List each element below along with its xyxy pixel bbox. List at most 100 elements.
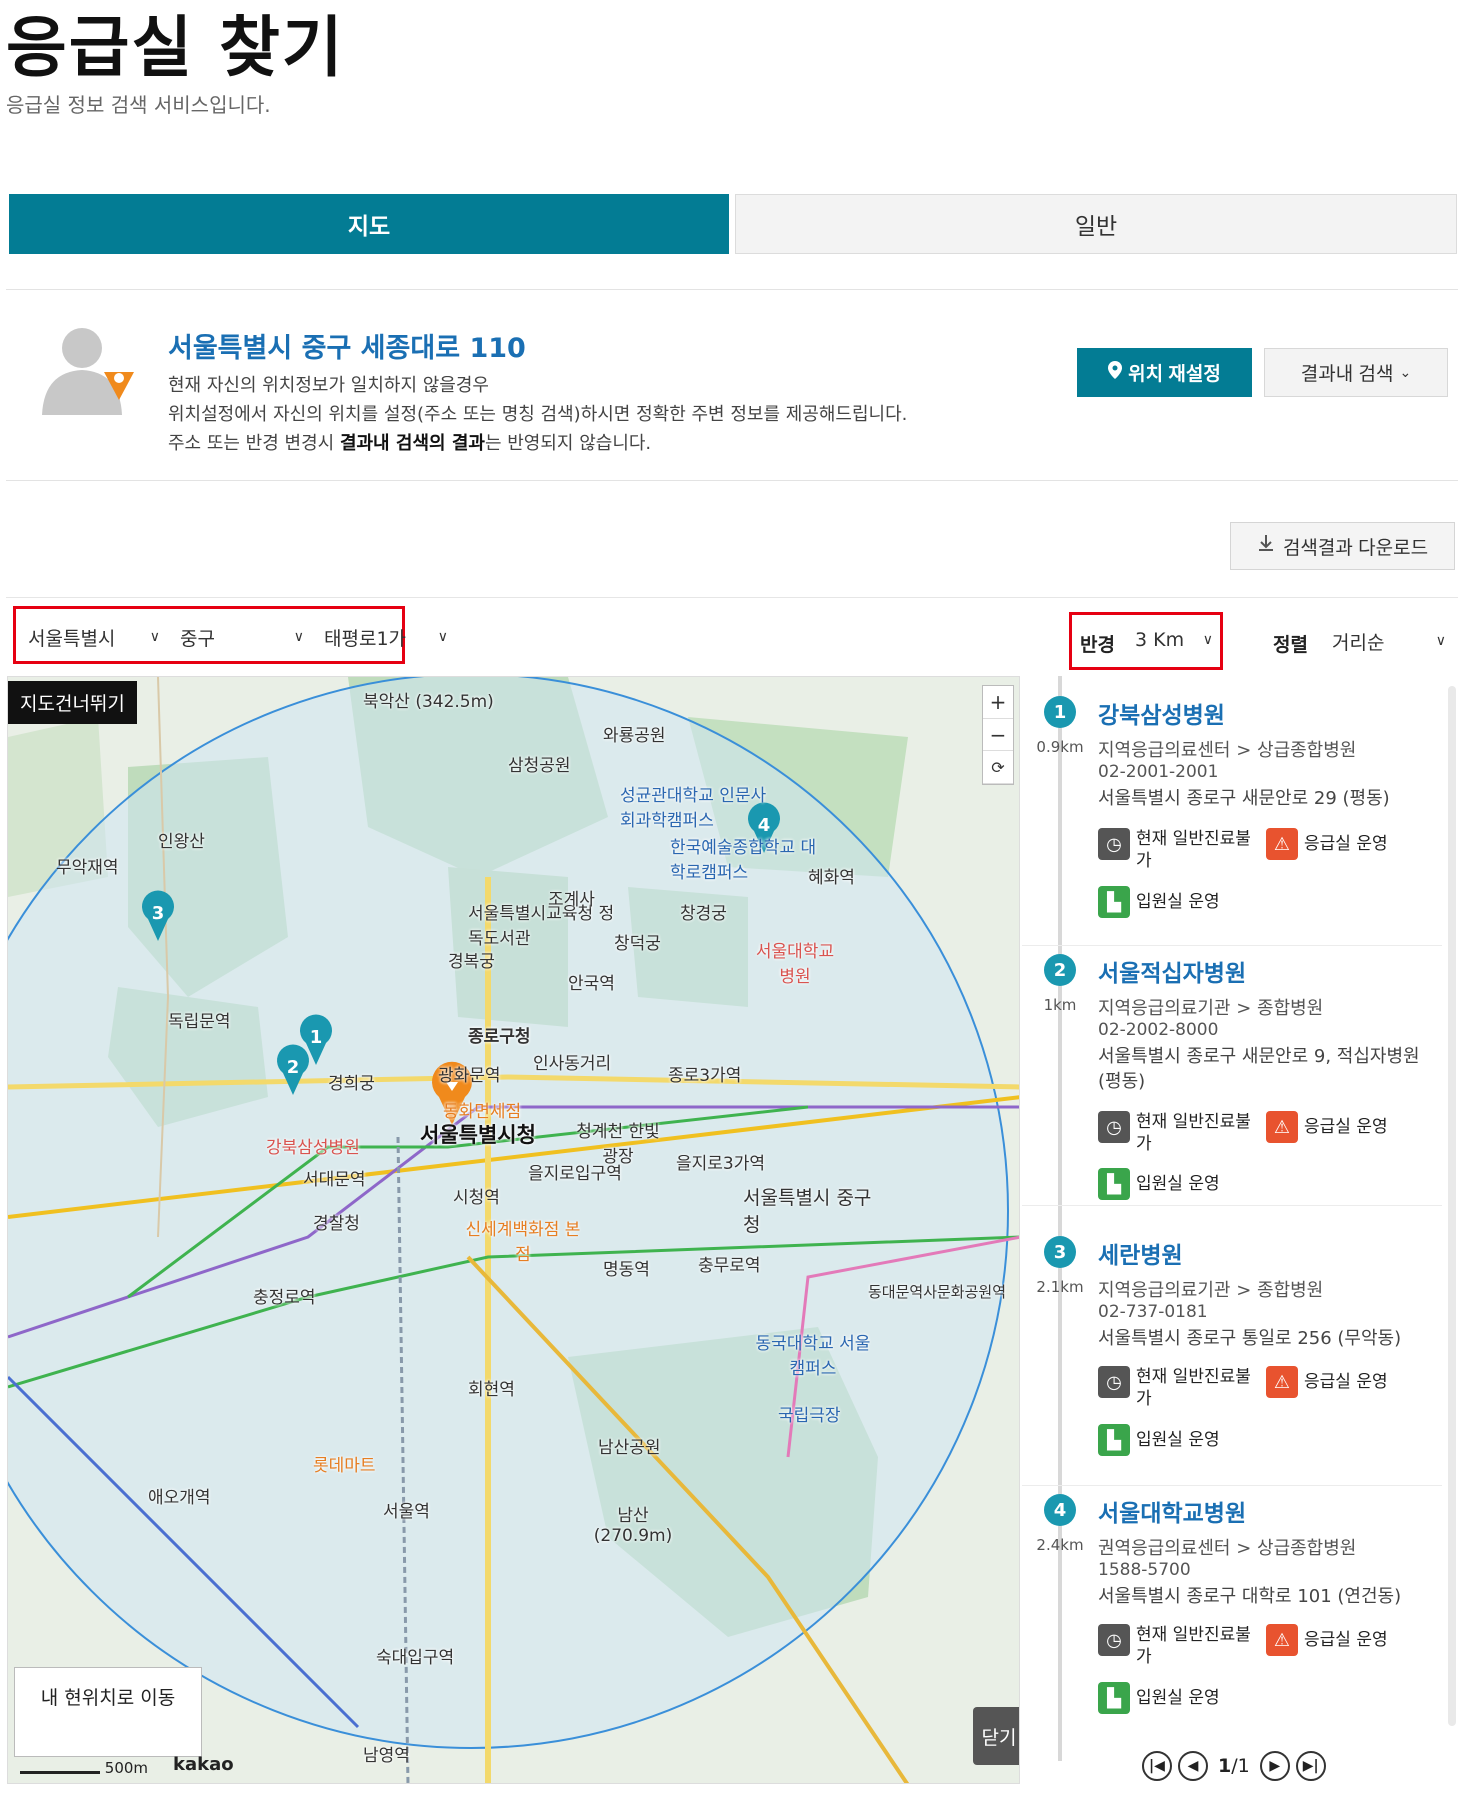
hospital-phone: 02-2001-2001 [1098, 762, 1219, 782]
map-label: 조계사 [548, 890, 595, 910]
zoom-control: + − ⟳ [982, 685, 1014, 785]
view-tabs: 지도 일반 [9, 194, 1457, 254]
status-ward: ▙ 입원실 운영 [1098, 1682, 1220, 1714]
result-distance: 0.9km [1036, 738, 1084, 756]
hospital-address: 서울특별시 종로구 새문안로 29 (평동) [1098, 788, 1390, 809]
map-label: 신세계백화점 본점 [465, 1220, 581, 1265]
tab-map[interactable]: 지도 [9, 194, 729, 254]
hospital-phone: 1588-5700 [1098, 1560, 1191, 1580]
map-label: 동국대학교 서울캠퍼스 [755, 1334, 871, 1379]
map-label: 동대문역사문화공원역 [868, 1283, 1007, 1301]
map-label: 을지로3가역 [676, 1154, 766, 1174]
result-item[interactable]: 1 0.9km 강북삼성병원 지역응급의료센터 > 상급종합병원 02-2001… [1022, 676, 1442, 946]
status-er: ⚠ 응급실 운영 [1266, 1366, 1388, 1398]
status-er: ⚠ 응급실 운영 [1266, 828, 1388, 860]
map-label: 한국예술종합학교 대학로캠퍼스 [670, 838, 817, 883]
reset-map-icon[interactable]: ⟳ [983, 751, 1013, 785]
radius-label: 반경 [1080, 634, 1115, 656]
download-results-button[interactable]: 검색결과 다운로드 [1230, 522, 1455, 570]
hospital-phone: 02-2002-8000 [1098, 1020, 1219, 1040]
map-label: 창덕궁 [614, 934, 661, 954]
hospital-name-link[interactable]: 강북삼성병원 [1098, 696, 1225, 730]
map-label: 와룡공원 [603, 726, 666, 746]
zoom-in-button[interactable]: + [983, 686, 1013, 719]
siren-icon: ⚠ [1266, 1624, 1298, 1656]
siren-icon: ⚠ [1266, 1111, 1298, 1143]
result-item[interactable]: 2 1km 서울적십자병원 지역응급의료기관 > 종합병원 02-2002-80… [1022, 934, 1442, 1206]
result-scrollbar[interactable] [1448, 686, 1456, 1726]
hospital-address: 서울특별시 종로구 통일로 256 (무악동) [1098, 1328, 1402, 1349]
hospital-address: 서울특별시 종로구 새문안로 9, 적십자병원 (평동) [1098, 1046, 1420, 1092]
clock-icon: ◷ [1098, 828, 1130, 860]
hospital-phone: 02-737-0181 [1098, 1302, 1208, 1322]
map-label: 회현역 [468, 1380, 515, 1400]
close-map-panel-button[interactable]: 닫기 [973, 1707, 1019, 1765]
map-label: 경복궁 [448, 952, 495, 972]
chevron-down-icon: ∨ [437, 629, 448, 645]
map-label: 경희궁 [328, 1074, 375, 1094]
map-label: 명동역 [603, 1260, 650, 1280]
map-label: 성균관대학교 인문사회과학캠퍼스 [620, 786, 767, 831]
status-er: ⚠ 응급실 운영 [1266, 1111, 1388, 1143]
location-pin-icon [1108, 360, 1123, 385]
page-description: 응급실 정보 검색 서비스입니다. [6, 93, 271, 117]
result-distance: 2.4km [1036, 1536, 1084, 1554]
district-select[interactable]: 중구 ∨ [172, 616, 312, 658]
map-label: 서울특별시 중구청 [743, 1187, 872, 1236]
result-item[interactable]: 3 2.1km 세란병원 지역응급의료기관 > 종합병원 02-737-0181… [1022, 1216, 1442, 1486]
notice-line-3: 주소 또는 반경 변경시 결과내 검색의 결과는 반영되지 않습니다. [168, 433, 652, 454]
first-page-icon[interactable]: |◀ [1142, 1751, 1172, 1781]
total-pages: /1 [1231, 1755, 1250, 1777]
map-label: 혜화역 [808, 868, 855, 888]
map-view[interactable]: 1 2 3 4 북악산 (342.5m) 와룡공원 삼청공원 성균관대학교 인문… [7, 676, 1020, 1784]
prev-page-icon[interactable]: ◀ [1178, 1751, 1208, 1781]
zoom-out-button[interactable]: − [983, 719, 1013, 752]
next-page-icon[interactable]: ▶ [1259, 1751, 1290, 1781]
map-scale: 500m [20, 1759, 148, 1777]
map-label: 롯데마트 [313, 1456, 376, 1476]
location-panel: 서울특별시 중구 세종대로 110 현재 자신의 위치정보가 일치하지 않을경우… [6, 289, 1458, 481]
tab-general[interactable]: 일반 [735, 194, 1457, 254]
status-ward: ▙ 입원실 운영 [1098, 1424, 1220, 1456]
skip-map-link[interactable]: 지도건너뛰기 [8, 681, 137, 724]
search-within-results-button[interactable]: 결과내 검색 ⌄ [1264, 348, 1448, 397]
map-label: 삼청공원 [508, 756, 571, 776]
sort-label: 정렬 [1273, 634, 1308, 656]
map-label: 애오개역 [148, 1488, 211, 1508]
hospital-category: 지역응급의료센터 > 상급종합병원 [1098, 740, 1357, 761]
last-page-icon[interactable]: ▶| [1295, 1751, 1326, 1781]
map-label: 시청역 [453, 1188, 500, 1208]
map-label: 서울역 [383, 1502, 430, 1522]
map-label: 서대문역 [303, 1170, 366, 1190]
status-ward: ▙ 입원실 운영 [1098, 1168, 1220, 1200]
status-clinic: ◷ 현재 일반진료불가 [1098, 1624, 1258, 1668]
hospital-name-link[interactable]: 서울대학교병원 [1098, 1494, 1246, 1528]
city-select[interactable]: 서울특별시 ∨ [20, 616, 168, 658]
download-icon [1257, 534, 1275, 558]
reset-location-button[interactable]: 위치 재설정 [1077, 348, 1252, 397]
map-label: 남영역 [363, 1746, 410, 1766]
sort-select[interactable]: 거리순 ∨ [1324, 620, 1454, 662]
chevron-down-icon: ∨ [1202, 632, 1213, 648]
hospital-name-link[interactable]: 세란병원 [1098, 1236, 1183, 1270]
map-label: 강북삼성병원 [266, 1138, 360, 1158]
siren-icon: ⚠ [1266, 828, 1298, 860]
result-item[interactable]: 4 2.4km 서울대학교병원 권역응급의료센터 > 상급종합병원 1588-5… [1022, 1474, 1442, 1744]
result-number: 3 [1044, 1236, 1076, 1268]
filter-divider [6, 597, 1458, 598]
status-clinic: ◷ 현재 일반진료불가 [1098, 1111, 1258, 1155]
pagination: |◀ ◀ 1/1 ▶ ▶| [1142, 1751, 1326, 1781]
map-label: 안국역 [568, 974, 615, 994]
notice-line-2: 위치설정에서 자신의 위치를 설정(주소 또는 명칭 검색)하시면 정확한 주변… [168, 404, 908, 425]
hospital-category: 지역응급의료기관 > 종합병원 [1098, 998, 1324, 1019]
map-label: 서울대학교병원 [755, 942, 835, 987]
hospital-name-link[interactable]: 서울적십자병원 [1098, 954, 1246, 988]
map-label: 광화문역 [438, 1066, 501, 1086]
map-label: 국립극장 [778, 1406, 841, 1426]
my-location-button[interactable]: 내 현위치로 이동 [14, 1667, 202, 1757]
dong-select[interactable]: 태평로1가 ∨ [316, 616, 456, 658]
svg-text:3: 3 [152, 903, 165, 924]
map-label: 인사동거리 [533, 1054, 612, 1074]
radius-select[interactable]: 3 Km ∨ [1127, 622, 1221, 658]
map-label: 충무로역 [698, 1256, 761, 1276]
